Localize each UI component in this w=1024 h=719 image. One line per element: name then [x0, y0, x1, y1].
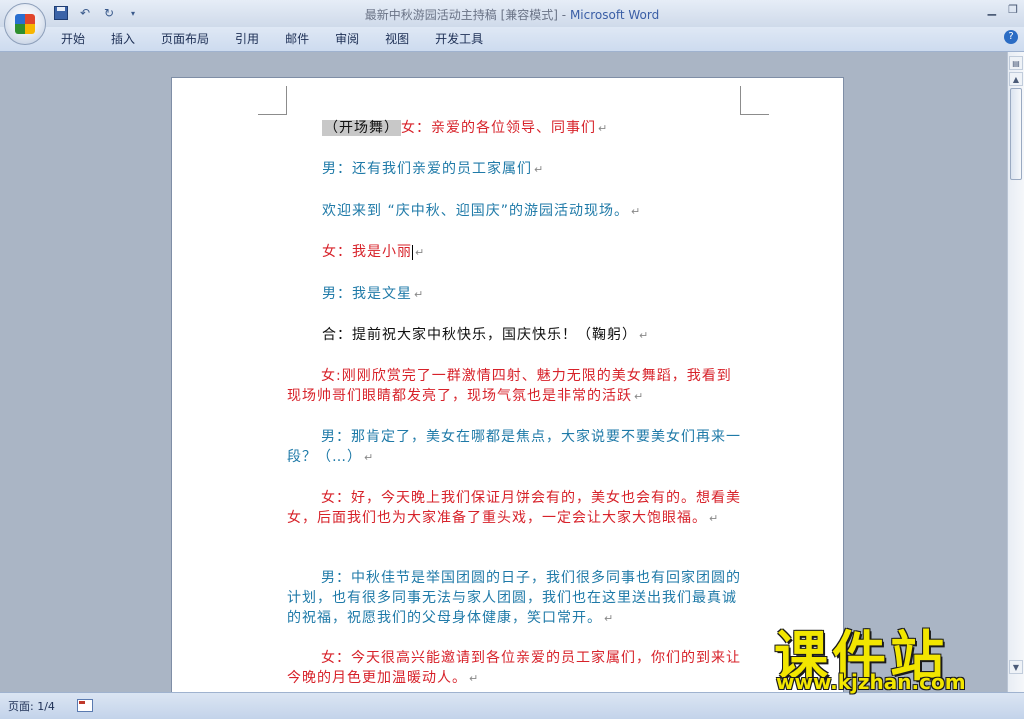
paragraph-5: 男：我是文星 ↵ [322, 284, 776, 305]
document-workspace: （开场舞） 女：亲爱的各位领导、同事们 ↵ 男：还有我们亲爱的员工家属们 ↵ 欢迎来到… [0, 52, 1008, 692]
paragraph-8: 男：那肯定了，美女在哪都是焦点，大家说要不要美女们再来一段？（…） ↵ [287, 427, 741, 468]
paragraph-4: 女：我是小丽 ↵ [322, 242, 776, 263]
macro-record-icon[interactable] [77, 699, 93, 712]
ribbon-tab-row: 开始 插入 页面布局 引用 邮件 审阅 视图 开发工具 ? [0, 27, 1024, 52]
scrollbar-thumb[interactable] [1010, 88, 1022, 180]
tab-home[interactable]: 开始 [48, 31, 98, 47]
paragraph-2: 男：还有我们亲爱的员工家属们 ↵ [322, 159, 776, 180]
minimize-icon[interactable]: ▁ [988, 3, 996, 16]
paragraph-7-text: 女:刚刚欣赏完了一群激情四射、魅力无限的美女舞蹈，我看到现场帅哥们眼睛都发亮了，… [287, 368, 732, 404]
tab-view[interactable]: 视图 [372, 31, 422, 47]
ribbon-tabs: 开始 插入 页面布局 引用 邮件 审阅 视图 开发工具 [48, 31, 496, 47]
text-cursor [412, 244, 413, 260]
window-title: 最新中秋游园活动主持稿 [兼容模式] - Microsoft Word [0, 6, 1024, 23]
document-page[interactable]: （开场舞） 女：亲爱的各位领导、同事们 ↵ 男：还有我们亲爱的员工家属们 ↵ 欢迎来到… [171, 77, 844, 692]
window-controls: ▁ ❐ [988, 3, 1018, 16]
paragraph-mark: ↵ [469, 672, 480, 685]
paragraph-9: 女：好，今天晚上我们保证月饼会有的，美女也会有的。想看美女，后面我们也为大家准备… [287, 488, 741, 529]
highlighted-text: （开场舞） [322, 120, 401, 136]
paragraph-mark: ↵ [634, 390, 645, 403]
tab-developer[interactable]: 开发工具 [422, 31, 496, 47]
status-bar: 页面: 1/4 [0, 692, 1024, 719]
paragraph-1-text: 女：亲爱的各位领导、同事们 [401, 120, 596, 136]
ruler-toggle-icon[interactable]: ▤ [1009, 56, 1023, 70]
paragraph-6: 合：提前祝大家中秋快乐，国庆快乐！（鞠躬） ↵ [322, 325, 776, 346]
paragraph-mark: ↵ [639, 329, 650, 342]
paragraph-11: 女：今天很高兴能邀请到各位亲爱的员工家属们，你们的到来让今晚的月色更加温暖动人。… [287, 648, 741, 689]
paragraph-mark: ↵ [415, 246, 426, 259]
paragraph-mark: ↵ [534, 163, 545, 176]
paragraph-mark: ↵ [630, 205, 642, 218]
tab-page-layout[interactable]: 页面布局 [148, 31, 222, 47]
title-separator: - [557, 8, 570, 22]
tab-review[interactable]: 审阅 [322, 31, 372, 47]
office-button-icon [15, 14, 35, 34]
scroll-down-icon[interactable]: ▼ [1009, 660, 1023, 674]
paragraph-mark: ↵ [604, 612, 615, 625]
paragraph-3: 欢迎来到 “庆中秋、迎国庆”的游园活动现场。 ↵ [322, 201, 776, 222]
paragraph-6-text: 合：提前祝大家中秋快乐，国庆快乐！（鞠躬） [322, 327, 637, 343]
maximize-icon[interactable]: ❐ [1008, 3, 1018, 16]
vertical-scrollbar[interactable]: ▤ ▲ ▼ [1007, 52, 1024, 692]
crop-mark-top-left [258, 86, 287, 115]
watermark-url: www.kjzhan.com [776, 670, 966, 694]
scroll-up-icon[interactable]: ▲ [1009, 72, 1023, 86]
paragraph-4-text: 女：我是小丽 [322, 244, 412, 260]
title-bar: ↶ ↻ ▾ 最新中秋游园活动主持稿 [兼容模式] - Microsoft Wor… [0, 0, 1024, 45]
paragraph-1: （开场舞） 女：亲爱的各位领导、同事们 ↵ [322, 118, 776, 139]
paragraph-8-text: 男：那肯定了，美女在哪都是焦点，大家说要不要美女们再来一段？（…） [287, 429, 741, 465]
watermark: 课件站 www.kjzhan.com [774, 612, 1010, 694]
paragraph-mark: ↵ [414, 288, 425, 301]
document-title: 最新中秋游园活动主持稿 [兼容模式] [364, 8, 558, 22]
paragraph-mark: ↵ [709, 512, 720, 525]
tab-mailings[interactable]: 邮件 [272, 31, 322, 47]
application-name: Microsoft Word [569, 8, 660, 22]
paragraph-11-text: 女：今天很高兴能邀请到各位亲爱的员工家属们，你们的到来让今晚的月色更加温暖动人。 [287, 650, 741, 686]
crop-mark-top-right [740, 86, 769, 115]
paragraph-2-text: 男：还有我们亲爱的员工家属们 [322, 161, 532, 177]
paragraph-3-text: 欢迎来到 “庆中秋、迎国庆”的游园活动现场。 [322, 203, 629, 219]
paragraph-10-text: 男：中秋佳节是举国团圆的日子，我们很多同事也有回家团圆的计划，也有很多同事无法与… [287, 570, 741, 626]
paragraph-mark: ↵ [364, 451, 375, 464]
paragraph-10: 男：中秋佳节是举国团圆的日子，我们很多同事也有回家团圆的计划，也有很多同事无法与… [287, 568, 741, 629]
tab-insert[interactable]: 插入 [98, 31, 148, 47]
paragraph-9-text: 女：好，今天晚上我们保证月饼会有的，美女也会有的。想看美女，后面我们也为大家准备… [287, 490, 741, 526]
paragraph-7: 女:刚刚欣赏完了一群激情四射、魅力无限的美女舞蹈，我看到现场帅哥们眼睛都发亮了，… [287, 366, 741, 407]
office-button[interactable] [4, 3, 46, 45]
page-indicator[interactable]: 页面: 1/4 [8, 698, 55, 714]
paragraph-5-text: 男：我是文星 [322, 286, 412, 302]
tab-references[interactable]: 引用 [222, 31, 272, 47]
help-icon[interactable]: ? [1004, 30, 1018, 44]
paragraph-mark: ↵ [598, 122, 609, 135]
